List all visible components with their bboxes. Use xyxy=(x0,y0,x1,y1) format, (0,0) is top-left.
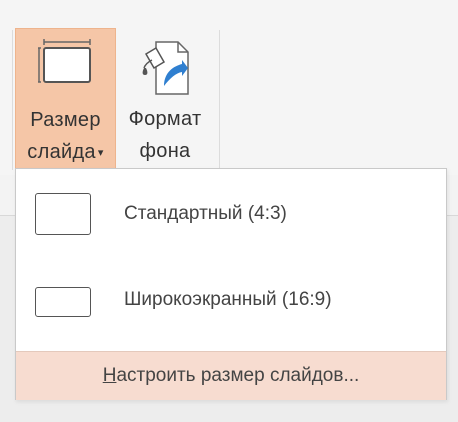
slide-size-dropdown-menu: Стандартный (4:3) Широкоэкранный (16:9) … xyxy=(15,168,447,400)
custom-slide-size-label: Настроить размер слайдов... xyxy=(102,365,360,386)
format-background-button[interactable]: Формат фона xyxy=(118,28,212,175)
chevron-down-icon: ▾ xyxy=(97,147,104,160)
slide-size-icon xyxy=(38,39,91,83)
menu-item-widescreen[interactable]: Широкоэкранный (16:9) xyxy=(16,267,446,347)
ribbon-separator xyxy=(219,30,220,170)
format-background-label-line2: фона xyxy=(139,140,191,162)
slide-size-label-line2: слайда ▾ xyxy=(16,141,115,164)
slide-16x9-icon xyxy=(35,287,91,317)
menu-item-standard[interactable]: Стандартный (4:3) xyxy=(16,183,446,263)
slide-size-button[interactable]: Размер слайда ▾ xyxy=(15,28,116,175)
format-background-label-line1: Формат xyxy=(128,108,202,130)
slide-size-label-text: слайда xyxy=(27,141,96,163)
custom-slide-size-button[interactable]: Настроить размер слайдов... xyxy=(16,351,446,400)
ribbon-separator xyxy=(12,30,13,170)
slide-4x3-icon xyxy=(35,193,91,235)
format-background-icon xyxy=(142,41,189,95)
menu-item-standard-label: Стандартный (4:3) xyxy=(124,203,287,224)
menu-item-widescreen-label: Широкоэкранный (16:9) xyxy=(124,289,332,310)
slide-size-label-line1: Размер xyxy=(30,109,101,131)
